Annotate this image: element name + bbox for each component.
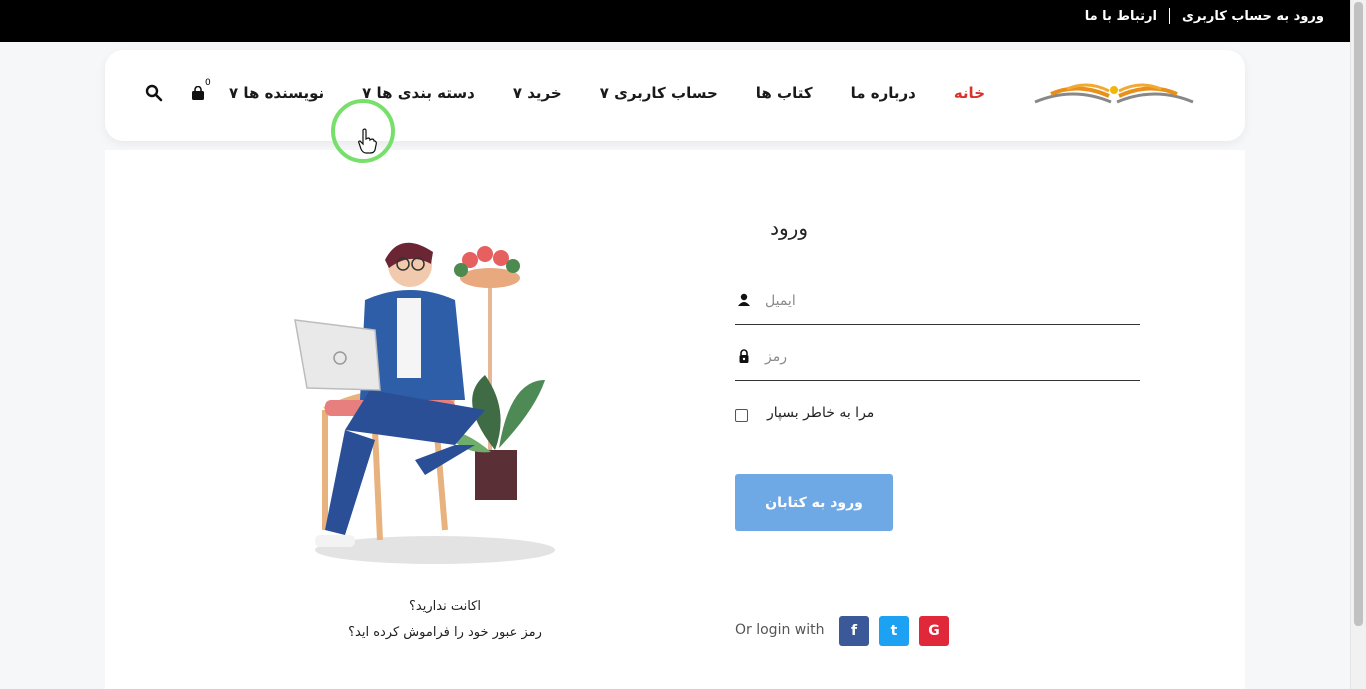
cart-button[interactable]: 0	[191, 78, 211, 104]
lock-icon	[739, 349, 749, 363]
password-field[interactable]: رمز	[735, 341, 1140, 381]
shopping-bag-icon	[192, 86, 204, 100]
main-navbar: خانه درباره ما کتاب ها حساب کاربری ۷ خری…	[105, 50, 1245, 141]
user-icon	[738, 293, 750, 306]
facebook-icon: f	[850, 623, 858, 639]
facebook-login-button[interactable]: f	[839, 616, 869, 646]
top-bar: ورود به حساب کاربری ارتباط با ما	[0, 0, 1350, 42]
nav-item-books[interactable]: کتاب ها	[756, 84, 813, 102]
form-title: ورود	[770, 216, 808, 240]
social-login-label: Or login with	[735, 622, 825, 638]
forgot-password-link[interactable]: رمز عبور خود را فراموش کرده اید؟	[255, 620, 635, 646]
login-link[interactable]: ورود به حساب کاربری	[1182, 9, 1324, 24]
scrollbar-thumb[interactable]	[1354, 2, 1363, 626]
primary-nav: خانه درباره ما کتاب ها حساب کاربری ۷ خری…	[229, 84, 985, 102]
no-account-link[interactable]: اکانت ندارید؟	[255, 594, 635, 620]
remember-label: مرا به خاطر بسپار	[767, 405, 875, 421]
nav-item-about[interactable]: درباره ما	[851, 84, 916, 102]
pointer-hand-icon	[358, 128, 377, 154]
google-login-button[interactable]: G	[919, 616, 949, 646]
page-scrollbar[interactable]	[1350, 0, 1366, 689]
remember-me: مرا به خاطر بسپار	[735, 405, 935, 425]
site-logo[interactable]	[1033, 80, 1195, 110]
nav-item-home[interactable]: خانه	[954, 84, 985, 102]
account-links: اکانت ندارید؟ رمز عبور خود را فراموش کرد…	[255, 594, 635, 646]
nav-item-account[interactable]: حساب کاربری ۷	[600, 84, 718, 102]
email-field[interactable]: ایمیل	[735, 285, 1140, 325]
top-links-divider	[1168, 8, 1170, 24]
search-icon[interactable]	[145, 84, 163, 102]
twitter-icon: t	[890, 623, 898, 639]
google-icon: G	[928, 623, 940, 639]
login-submit-button[interactable]: ورود به کتابان	[735, 474, 893, 531]
top-links: ورود به حساب کاربری ارتباط با ما	[1085, 8, 1324, 24]
nav-item-categories[interactable]: دسته بندی ها ۷	[362, 84, 475, 102]
twitter-login-button[interactable]: t	[879, 616, 909, 646]
remember-checkbox[interactable]	[735, 409, 748, 422]
password-placeholder: رمز	[765, 349, 787, 365]
reading-person-illustration	[294, 242, 555, 564]
login-panel: اکانت ندارید؟ رمز عبور خود را فراموش کرد…	[105, 150, 1245, 689]
nav-item-authors[interactable]: نویسنده ها ۷	[229, 84, 324, 102]
cart-count: 0	[205, 78, 211, 88]
email-placeholder: ایمیل	[765, 293, 796, 309]
nav-item-shop[interactable]: خرید ۷	[513, 84, 562, 102]
contact-link[interactable]: ارتباط با ما	[1085, 9, 1157, 24]
